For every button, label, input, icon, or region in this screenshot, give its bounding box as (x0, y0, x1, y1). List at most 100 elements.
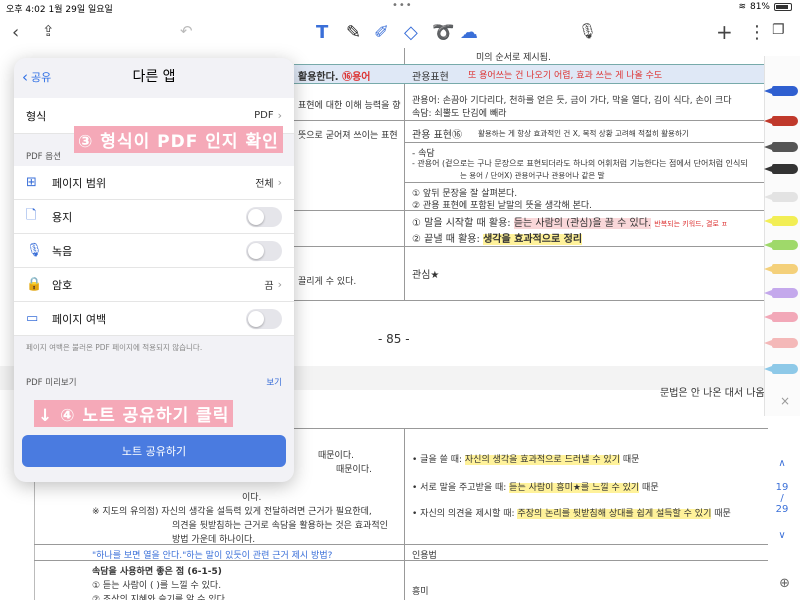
wifi-icon: ≋ (738, 2, 746, 12)
doc-header-mid: 관용표현 (412, 72, 449, 83)
pdf-preview-label: PDF 미리보기 (26, 378, 77, 388)
pen-light-gray[interactable] (772, 192, 798, 202)
doc-r1-right2: 속담: 쇠뿔도 단김에 빼라 (412, 109, 507, 119)
page-up-icon[interactable]: ∧ (768, 458, 796, 469)
format-value: PDF › (254, 109, 282, 122)
close-palette-icon[interactable]: × (780, 394, 790, 408)
doc-lower10: ② 조상의 지혜와 슬기를 알 수 있다. (92, 595, 228, 600)
eraser-tool-icon[interactable]: ◇ (404, 22, 418, 43)
pdf-preview-link[interactable]: 보기 (266, 376, 282, 388)
recording-label: 녹음 (52, 244, 73, 258)
password-row[interactable]: 🔒 암호 끔 › (14, 268, 294, 302)
annotation-step4: ↓ ④ 노트 공유하기 클릭 (34, 400, 234, 427)
paper-label: 용지 (52, 210, 73, 224)
more-icon[interactable]: ⋮ (748, 22, 766, 43)
share-icon[interactable]: ⇪ (42, 22, 55, 40)
doc-lower2: 때문이다. (336, 465, 372, 475)
highlighter-light-pink[interactable] (772, 338, 798, 348)
add-page-icon[interactable]: + (716, 20, 733, 44)
doc-lower-r5: 흥미 (412, 587, 429, 597)
format-label: 형식 (26, 109, 47, 123)
doc-r2-mid: 관용 표현⑯ (412, 130, 462, 141)
highlighter-pink[interactable] (772, 312, 798, 322)
back-chevron-icon[interactable]: ‹ (12, 22, 19, 43)
status-time-date: 오후 4:02 1월 29일 일요일 (6, 5, 113, 15)
doc-lower8: 속담을 사용하면 좋은 점 (6-1-5) (92, 567, 222, 577)
doc-header-left: 활용한다. ⑯용어 (298, 72, 371, 83)
grid-icon: ⊞ (26, 175, 37, 190)
microphone-icon[interactable]: 🎙 (578, 22, 597, 40)
chevron-right-icon: › (277, 109, 282, 122)
page-number: - 85 - (378, 332, 410, 346)
multitask-dots[interactable]: ••• (392, 0, 413, 11)
zoom-icon[interactable]: ⊕ (779, 576, 790, 591)
pdf-options-label: PDF 옵션 (26, 152, 61, 162)
page-range-row[interactable]: ⊞ 페이지 범위 전체 › (14, 166, 294, 200)
page-down-icon[interactable]: ∨ (768, 530, 796, 541)
margin-note: 페이지 여백은 불러온 PDF 페이지에 적용되지 않습니다. (26, 343, 203, 352)
recording-toggle[interactable] (246, 240, 282, 261)
pen-red[interactable] (772, 116, 798, 126)
paper-row: 🗋 용지 (14, 200, 294, 234)
pen-black[interactable] (772, 164, 798, 174)
highlighter-purple[interactable] (772, 288, 798, 298)
doc-r2-right: 활용하는 게 항상 효과적인 건 X, 목적 상황 고려해 적절히 활용하기 (478, 129, 689, 138)
status-right: ≋ 81% (738, 2, 792, 12)
pen-palette: × (764, 56, 800, 416)
page-margin-icon: ▭ (26, 311, 39, 326)
undo-icon[interactable]: ↶ (180, 22, 193, 40)
shape-tool-icon[interactable]: ☁ (460, 22, 478, 43)
lock-icon: 🔒 (26, 277, 43, 292)
doc-header-right: 또 용어쓰는 건 나오기 어렵, 효과 쓰는 게 나올 수도 (468, 71, 663, 81)
doc-r6-right: 관심★ (412, 270, 440, 281)
doc-line-top: 미의 순서로 제시됨. (476, 53, 551, 63)
text-tool-icon[interactable]: T (316, 22, 328, 43)
page-range-value: 전체 › (255, 176, 282, 190)
chevron-right-icon: › (277, 176, 282, 189)
battery-percent: 81% (749, 2, 770, 12)
chevron-right-icon: › (277, 278, 282, 291)
doc-r5-a: ① 말을 시작할 때 활용: 듣는 사람의 (관심)을 끌 수 있다. 반복되는… (412, 218, 728, 229)
doc-lower-r1: • 글을 쓸 때: 자신의 생각을 효과적으로 드러낼 수 있기 때문 (412, 455, 640, 465)
doc-r1-right1: 관용어: 손끔아 기다리다, 천하를 얻은 듯, 금이 가다, 막을 열다, 김… (412, 96, 732, 106)
recording-row: 🎙 녹음 (14, 234, 294, 268)
highlighter-green[interactable] (772, 240, 798, 250)
pages-icon[interactable]: ❐ (772, 22, 785, 38)
paper-toggle[interactable] (246, 206, 282, 227)
doc-r3-c: 는 용어 / 단어X) 관용어구나 관용어나 같은 말 (460, 171, 605, 180)
doc-lower4: ※ 지도의 유의점) 자신의 생각을 설득력 있게 전달하려면 근거가 필요한데… (92, 507, 372, 517)
highlighter-orange[interactable] (772, 264, 798, 274)
pen-tool-icon[interactable]: ✎ (346, 22, 361, 43)
doc-lower1: 때문이다. (318, 451, 354, 461)
page-indicator: 19/29 (775, 482, 789, 515)
highlighter-yellow[interactable] (772, 216, 798, 226)
password-label: 암호 (52, 278, 73, 292)
share-note-button[interactable]: 노트 공유하기 (22, 435, 286, 467)
doc-lower3: 이다. (242, 493, 262, 503)
doc-lower5: 의견을 뒷받침하는 근거로 속담을 활용하는 것은 효과적인 (172, 521, 388, 531)
margin-label: 페이지 여백 (52, 312, 107, 326)
margin-toggle[interactable] (246, 308, 282, 329)
panel-title: 다른 앱 (132, 69, 176, 85)
highlighter-tool-icon[interactable]: ✐ (374, 22, 389, 43)
highlighter-light-blue[interactable] (772, 364, 798, 374)
back-to-share-button[interactable]: ‹ 공유 (22, 68, 51, 86)
password-value: 끔 › (264, 278, 282, 292)
doc-r5-b: ② 끝낼 때 활용: 생각을 효과적으로 정리 (412, 234, 583, 245)
back-label: 공유 (31, 71, 52, 84)
microphone-icon: 🎙 (26, 243, 43, 258)
chevron-left-icon: ‹ (22, 68, 28, 86)
toolbar: ‹ ⇪ ↶ T ✎ ✐ ◇ ➰ ☁ 🎙 + ⋮ ❐ (0, 18, 800, 50)
pen-blue[interactable] (772, 86, 798, 96)
doc-r2-left: 뜻으로 굳어져 쓰이는 표현 (298, 131, 398, 141)
page-range-label: 페이지 범위 (52, 176, 107, 190)
annotation-step3: ③ 형식이 PDF 인지 확인 (74, 126, 283, 153)
lasso-tool-icon[interactable]: ➰ (432, 22, 454, 43)
battery-icon (774, 3, 792, 11)
doc-lower-r2: • 서로 말을 주고받을 때: 듣는 사람이 흥미★를 느낄 수 있기 때문 (412, 483, 659, 493)
panel-header: 다른 앱 ‹ 공유 (14, 58, 294, 98)
doc-r3-b: - 관용어 (겉으로는 구나 문장으로 표현되더라도 하나의 어휘처럼 기능한다… (412, 159, 748, 168)
doc-side-note: 문법은 안 나온 대서 나옴 (660, 388, 765, 399)
document-icon: 🗋 (26, 207, 37, 223)
pen-gray[interactable] (772, 142, 798, 152)
